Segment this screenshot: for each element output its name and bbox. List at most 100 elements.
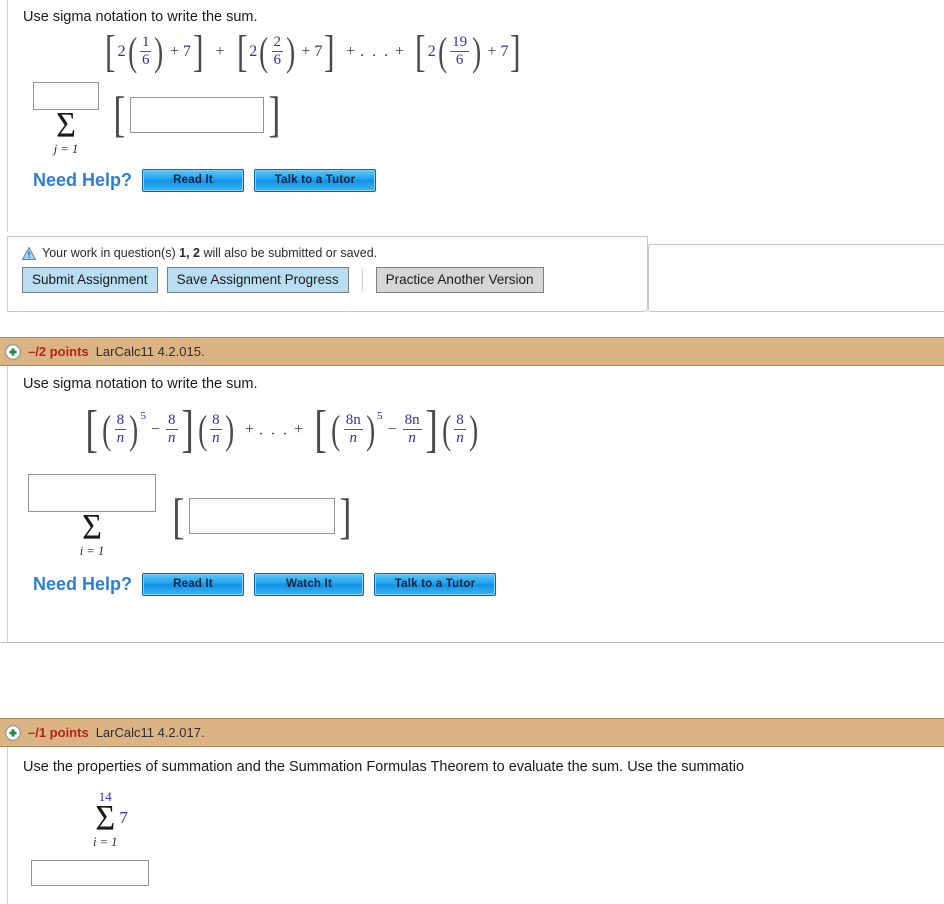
upper-limit-input[interactable]: [28, 473, 156, 512]
save-assignment-progress-button[interactable]: Save Assignment Progress: [166, 267, 349, 293]
assignment-page: Use sigma notation to write the sum. [2(…: [0, 0, 944, 904]
minus-sign: −: [150, 421, 161, 439]
warning-triangle-icon: [22, 246, 36, 260]
need-help-label: Need Help?: [33, 573, 133, 594]
paren-open: (: [127, 28, 137, 74]
plus-circle-icon[interactable]: [5, 724, 21, 741]
plus-sign: +: [395, 43, 405, 61]
talk-to-a-tutor-button[interactable]: Talk to a Tutor: [254, 169, 377, 193]
button-divider: [361, 269, 363, 291]
fraction-denominator: 6: [450, 50, 470, 69]
submit-warning-row: Your work in question(s) 1, 2 will also …: [8, 237, 647, 260]
warning-text-after: will also be submitted or saved.: [203, 246, 378, 260]
paren-open: (: [442, 406, 452, 452]
sigma-glyph: Σ: [56, 106, 76, 145]
question-1-answer-widget: Σ j = 1 [ ]: [8, 70, 944, 157]
question-2-points: –/2 points: [28, 344, 89, 359]
need-help-label: Need Help?: [33, 170, 133, 191]
answer-bracket-group: [ ]: [170, 487, 353, 544]
ellipsis: . . .: [360, 43, 391, 61]
question-2-reference: LarCalc11 4.2.015.: [95, 344, 205, 359]
coefficient: 2: [249, 43, 258, 61]
ellipsis: . . .: [259, 421, 290, 439]
fraction-denominator: n: [166, 428, 178, 446]
fraction-numerator: 8: [456, 412, 464, 429]
question-2-expression: [(8 n) 5− 8 n](8 n) +. . . + [(8n n) 5− 8n n](8 n): [8, 393, 944, 458]
fraction-numerator: 19: [452, 33, 468, 50]
addend: 7: [182, 43, 191, 61]
watch-it-button[interactable]: Watch It: [254, 572, 365, 596]
plus-sign: +: [346, 43, 356, 61]
question-2-prompt: Use sigma notation to write the sum.: [23, 376, 258, 392]
bracket-open: [: [314, 401, 327, 458]
addend: 7: [500, 43, 509, 61]
question-2-header: –/2 points LarCalc11 4.2.015.: [0, 337, 944, 366]
fraction-2: 26: [271, 33, 284, 69]
bracket-close: ]: [192, 27, 204, 76]
fraction-numerator: 8: [212, 412, 220, 429]
answer-input[interactable]: [31, 860, 149, 886]
submit-assignment-button[interactable]: Submit Assignment: [22, 267, 158, 293]
paren-close: ): [365, 406, 375, 452]
fraction-multiplier: 8n: [210, 412, 222, 447]
question-3-header: –/1 points LarCalc11 4.2.017.: [0, 718, 944, 747]
summand-input[interactable]: [188, 498, 335, 535]
paren-close: ): [472, 28, 482, 74]
paren-close: ): [154, 28, 164, 74]
bracket-open: [: [415, 27, 426, 76]
warning-question-numbers: 1, 2: [179, 246, 200, 260]
question-3-body: Use the properties of summation and the …: [7, 747, 944, 904]
fraction-numerator: 2: [273, 33, 282, 50]
bracket-close: ]: [180, 401, 194, 458]
paren-close: ): [468, 406, 478, 452]
question-3-expression: 14 Σ i = 1 7: [8, 776, 944, 850]
question-1-expression: [2(1 6) +7] + [2(2 6) +7] +. . . + [2(19 6) +7]: [8, 26, 944, 76]
sigma-stack: 14 Σ i = 1: [93, 790, 117, 850]
submit-panel-right-strip: [648, 244, 944, 312]
fraction-subtracted: 8n n: [402, 412, 422, 447]
fraction-subtracted: 8n: [166, 412, 178, 447]
plus-sign: +: [215, 43, 225, 61]
fraction-base: 8n n: [343, 412, 363, 447]
read-it-button[interactable]: Read It: [142, 169, 245, 193]
paren-open: (: [259, 28, 269, 74]
bracket-open: [: [172, 487, 185, 544]
coefficient: 2: [427, 43, 436, 61]
fraction-numerator: 8n: [404, 412, 420, 429]
plus-circle-icon[interactable]: [5, 343, 21, 360]
fraction-base: 8n: [114, 412, 127, 447]
question-3-prompt: Use the properties of summation and the …: [23, 759, 745, 775]
plus-sign: +: [169, 43, 179, 61]
question-3-answer-row: [8, 850, 944, 886]
summand-input[interactable]: [129, 96, 264, 133]
plus-sign: +: [294, 421, 304, 439]
paren-close: ): [286, 28, 296, 74]
question-2-need-help: Need Help? Read It Watch It Talk to a Tu…: [8, 559, 944, 596]
sigma-glyph: Σ: [82, 507, 102, 547]
paren-open: (: [437, 28, 447, 74]
fraction-1: 16: [139, 33, 152, 69]
question-2-block: Use sigma notation to write the sum. [(8…: [0, 366, 944, 643]
question-2-body: Use sigma notation to write the sum. [(8…: [7, 366, 944, 642]
submit-buttons-row: Submit Assignment Save Assignment Progre…: [8, 260, 647, 293]
paren-open: (: [331, 406, 341, 452]
paren-close: ): [224, 406, 234, 452]
question-3-reference: LarCalc11 4.2.017.: [95, 725, 205, 740]
submit-panel: Your work in question(s) 1, 2 will also …: [7, 236, 648, 312]
coefficient: 2: [117, 43, 126, 61]
fraction-numerator: 1: [141, 33, 150, 50]
bracket-open: [: [236, 27, 248, 76]
read-it-button[interactable]: Read It: [142, 572, 245, 596]
exponent: 5: [377, 409, 383, 422]
practice-another-version-button[interactable]: Practice Another Version: [375, 267, 544, 293]
paren-open: (: [102, 406, 112, 452]
sigma-glyph: Σ: [95, 799, 116, 838]
fraction-3: 19 6: [450, 33, 470, 69]
question-1-block: Use sigma notation to write the sum. [2(…: [0, 0, 944, 232]
bracket-open: [: [105, 27, 116, 76]
talk-to-a-tutor-button[interactable]: Talk to a Tutor: [374, 572, 497, 596]
fraction-denominator: 6: [139, 50, 152, 68]
question-1-need-help: Need Help? Read It Talk to a Tutor: [8, 157, 944, 193]
plus-sign: +: [487, 43, 497, 61]
paren-close: ): [129, 406, 139, 452]
